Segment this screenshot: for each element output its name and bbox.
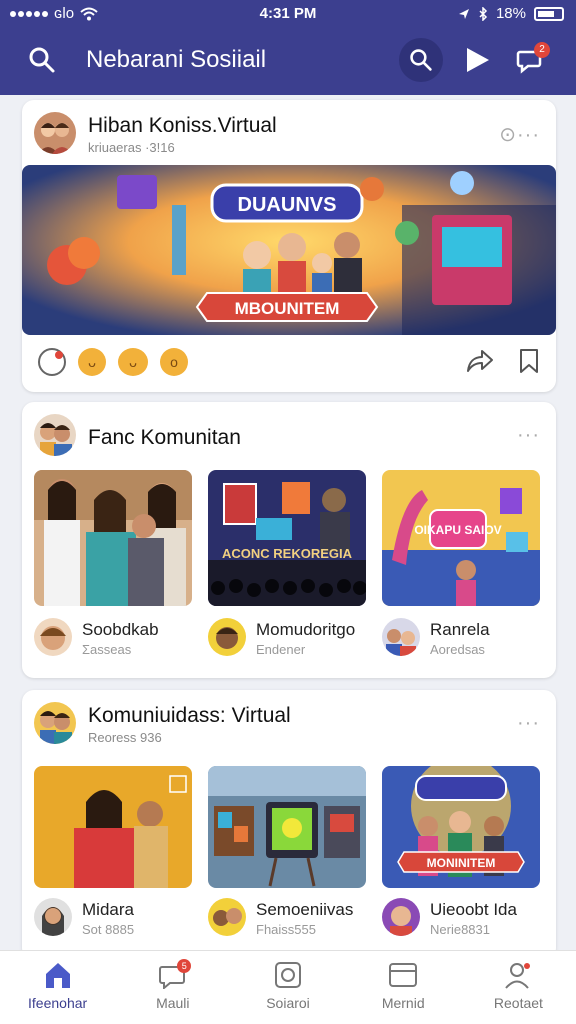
post-title: Hiban Koniss.Virtual [88,114,277,137]
media-tile[interactable]: ACONC REKOREGIA [208,470,366,606]
tile-caption: ACONC REKOREGIA [222,546,353,561]
bottom-navigation: Ifeenohar 5 Mauli Soiaroi Mernid Reotaet [0,950,576,1024]
media-tile[interactable]: OIKAPU SAIOV [382,470,540,606]
status-right: 18% [458,5,564,22]
community-header: Komuniuidass: Virtual Reoress 936 ··· [34,700,544,748]
nav-badge: 5 [177,959,192,973]
community-title: Komuniuidass: Virtual [88,704,291,727]
like-reaction-icon[interactable]: ᴗ [78,348,106,376]
refresh-icon [275,962,301,988]
member-item[interactable]: Ranrela Aoredsas [382,618,540,662]
more-options-icon[interactable]: ··· [517,424,540,447]
nav-label: Ifeenohar [28,995,88,1011]
post-card: Hiban Koniss.Virtual kriuaeras ·3!16 ⊙··… [22,100,556,392]
profile-icon [505,963,531,989]
avatar [208,898,246,936]
app-title: Nebarani Sosiiail [86,46,267,73]
notification-badge: 2 [534,42,550,58]
nav-profile[interactable]: Reotaet [461,951,576,1024]
member-name: Ranrela [430,620,490,639]
community-card: Fanc Komunitan ··· ACONC REKOREGIA OIKAP… [22,402,556,678]
community-members: Midara Sot 8885 Semoeniivas Fhaiss555 Ui… [34,898,540,942]
member-item[interactable]: Momudoritgo Endener [208,618,366,662]
member-name: Semoeniivas [256,900,354,919]
nav-label: Mauli [156,995,190,1011]
post-subtitle: kriuaeras ·3!16 [88,140,175,155]
more-options-icon[interactable]: ⊙··· [499,122,540,147]
member-subtitle: Fhaiss555 [256,922,316,937]
love-reaction-icon[interactable]: ᴗ [118,348,148,376]
member-name: Soobdkab [82,620,159,639]
community-members: Soobdkab Σasseas Momudoritgo Endener Ran… [34,618,540,662]
banner-bottom-text: MBOUNITEM [235,299,340,318]
member-name: Momudoritgo [256,620,356,639]
play-icon [467,48,489,72]
media-tile[interactable] [34,470,192,606]
app-header: Nebarani Sosiiail 2 [0,28,576,95]
avatar[interactable] [34,414,76,456]
location-icon [458,8,469,19]
share-icon[interactable] [466,348,494,374]
battery-icon [534,6,564,21]
post-header: Hiban Koniss.Virtual kriuaeras ·3!16 ⊙··… [34,110,544,158]
nav-label: Soiaroi [266,995,310,1011]
notifications-button[interactable]: 2 [508,38,552,82]
avatar[interactable] [34,112,76,154]
nav-menu[interactable]: Mernid [346,951,461,1024]
member-name: Midara [82,900,134,919]
nav-social[interactable]: Soiaroi [230,951,345,1024]
avatar [208,618,246,656]
search-icon [29,47,55,73]
tile-caption: MONINITEM [427,856,496,870]
reactions-row: ᴗ ᴗ o [38,348,188,376]
community-media-grid: MONINITEM [34,766,540,888]
home-icon [45,963,70,988]
member-item[interactable]: Midara Sot 8885 [34,898,192,942]
comment-icon[interactable] [38,348,66,376]
avatar [34,618,72,656]
member-subtitle: Endener [256,642,306,657]
tile-caption: OIKAPU SAIOV [414,523,501,537]
community-title: Fanc Komunitan [88,426,241,449]
media-tile[interactable]: MONINITEM [382,766,540,888]
nav-home[interactable]: Ifeenohar [0,951,115,1024]
search-icon [410,49,432,71]
media-tile[interactable] [34,766,192,888]
avatar [382,618,420,656]
nav-label: Reotaet [493,995,543,1011]
member-subtitle: Nerie8831 [430,922,490,937]
more-options-icon[interactable]: ··· [517,712,540,735]
member-subtitle: Sot 8885 [82,922,135,937]
post-banner-image[interactable]: DUAUNVS MBOUNITEM [22,165,556,335]
community-media-grid: ACONC REKOREGIA OIKAPU SAIOV [34,470,540,606]
member-subtitle: Σasseas [82,642,132,657]
play-button[interactable] [456,38,500,82]
community-header: Fanc Komunitan ··· [34,412,544,460]
avatar [34,898,72,936]
community-subtitle: Reoress 936 [88,730,162,745]
bookmark-icon[interactable] [518,348,540,374]
community-card: Komuniuidass: Virtual Reoress 936 ··· MO… [22,690,556,960]
nav-mail[interactable]: 5 Mauli [115,951,230,1024]
media-tile[interactable] [208,766,366,888]
search-circle-button[interactable] [399,38,443,82]
bluetooth-icon [479,6,488,21]
member-subtitle: Aoredsas [430,642,485,657]
search-button[interactable] [20,38,64,82]
top-bar: ɢlo 4:31 PM 18% Nebarani Sosiiail 2 [0,0,576,95]
member-name: Uieoobt Ida [430,900,517,919]
avatar[interactable] [34,702,76,744]
wow-reaction-icon[interactable]: o [160,348,188,376]
member-item[interactable]: Uieoobt Ida Nerie8831 [382,898,540,942]
post-actions [466,348,540,374]
nav-label: Mernid [381,995,425,1011]
menu-icon [389,963,418,987]
avatar [382,898,420,936]
battery-percent: 18% [495,5,526,22]
banner-top-text: DUAUNVS [238,194,337,216]
member-item[interactable]: Soobdkab Σasseas [34,618,192,662]
status-bar: ɢlo 4:31 PM 18% [0,0,576,28]
member-item[interactable]: Semoeniivas Fhaiss555 [208,898,366,942]
